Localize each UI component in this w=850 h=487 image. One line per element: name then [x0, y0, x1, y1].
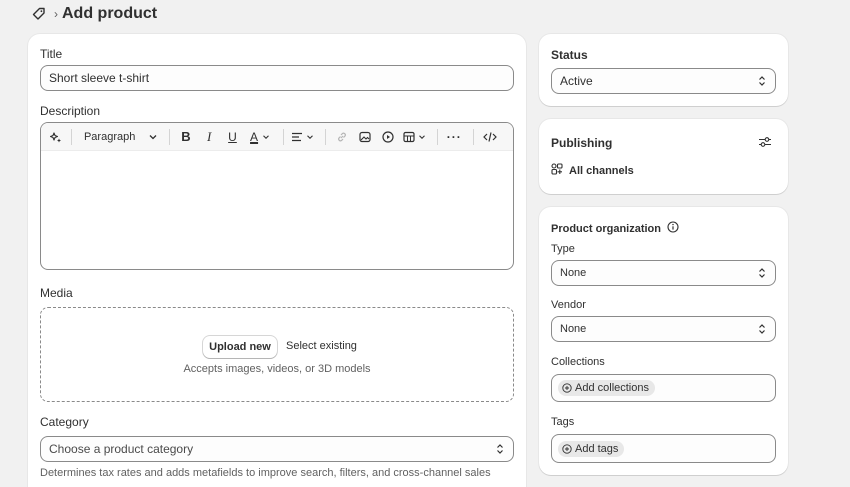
info-icon[interactable] — [667, 221, 679, 236]
underline-icon[interactable]: U — [223, 127, 242, 147]
collections-field[interactable]: Add collections — [551, 374, 776, 402]
align-icon[interactable] — [290, 127, 317, 147]
channels-row: All channels — [551, 163, 634, 178]
status-heading: Status — [551, 48, 588, 62]
media-label: Media — [40, 286, 73, 300]
bold-icon[interactable]: B — [176, 127, 195, 147]
settings-sliders-icon[interactable] — [758, 136, 772, 151]
category-label: Category — [40, 415, 89, 429]
category-select[interactable]: Choose a product category — [40, 436, 514, 462]
tags-label: Tags — [551, 416, 575, 428]
text-color-icon[interactable]: A — [246, 127, 275, 147]
upload-new-button[interactable]: Upload new — [203, 336, 277, 358]
publishing-card: Publishing All channels — [539, 119, 788, 194]
channels-icon — [551, 163, 563, 178]
status-card: Status Active — [539, 34, 788, 106]
category-helper-text: Determines tax rates and adds metafields… — [40, 467, 491, 479]
add-tags-button[interactable]: Add tags — [558, 440, 625, 457]
vendor-label: Vendor — [551, 299, 586, 311]
vendor-select[interactable]: None — [551, 316, 776, 342]
paragraph-label: Paragraph — [83, 130, 136, 143]
title-value: Short sleeve t-shirt — [49, 71, 150, 85]
select-chevron-icon — [759, 324, 765, 334]
italic-icon[interactable]: I — [200, 127, 219, 147]
select-existing-link[interactable]: Select existing — [286, 340, 357, 352]
media-dropzone[interactable]: Upload new Select existing Accepts image… — [40, 307, 514, 402]
add-tags-label: Add tags — [575, 442, 619, 455]
add-collections-label: Add collections — [575, 382, 649, 394]
title-input[interactable]: Short sleeve t-shirt — [40, 65, 514, 91]
more-icon[interactable]: ··· — [444, 127, 465, 147]
select-chevron-icon — [759, 268, 765, 278]
organization-heading-row: Product organization — [551, 221, 679, 236]
plus-circle-icon — [562, 383, 572, 393]
title-label: Title — [40, 47, 63, 61]
media-accepts-text: Accepts images, videos, or 3D models — [183, 363, 371, 375]
all-channels-label: All channels — [569, 164, 634, 177]
page-header: › Add product — [30, 4, 157, 24]
video-icon[interactable] — [378, 127, 397, 147]
table-icon[interactable] — [402, 127, 429, 147]
link-icon[interactable] — [332, 127, 351, 147]
editor-toolbar: Paragraph B I U A ··· — [41, 123, 513, 151]
tags-field[interactable]: Add tags — [551, 434, 776, 463]
description-label: Description — [40, 104, 101, 118]
plus-circle-icon — [562, 443, 572, 454]
page-title: Add product — [62, 5, 158, 22]
toolbar-divider — [283, 128, 284, 145]
image-icon[interactable] — [355, 127, 374, 147]
select-chevron-icon — [497, 444, 503, 454]
chevron-down-icon — [149, 134, 157, 139]
type-value: None — [560, 267, 587, 279]
category-placeholder: Choose a product category — [49, 442, 194, 456]
chevron-right-icon: › — [54, 7, 58, 21]
code-icon[interactable] — [480, 127, 501, 147]
select-chevron-icon — [759, 76, 765, 86]
toolbar-divider — [324, 128, 326, 145]
description-editor[interactable]: Paragraph B I U A ··· — [40, 122, 514, 270]
toolbar-divider — [436, 128, 438, 145]
add-collections-button[interactable]: Add collections — [558, 380, 655, 396]
publishing-heading: Publishing — [551, 136, 613, 150]
paragraph-select[interactable]: Paragraph — [78, 127, 159, 147]
collections-label: Collections — [551, 356, 605, 368]
product-organization-card: Product organization Type None Vendor No… — [539, 207, 788, 475]
toolbar-divider — [71, 128, 72, 145]
toolbar-divider — [472, 128, 474, 145]
type-select[interactable]: None — [551, 260, 776, 286]
status-value: Active — [560, 74, 593, 88]
organization-heading: Product organization — [551, 222, 661, 235]
type-label: Type — [551, 243, 575, 255]
tag-icon[interactable] — [30, 5, 48, 23]
product-details-card: Title Short sleeve t-shirt Description P… — [28, 34, 526, 487]
magic-icon[interactable] — [49, 127, 63, 147]
toolbar-divider — [169, 128, 171, 145]
vendor-value: None — [560, 323, 587, 335]
status-select[interactable]: Active — [551, 68, 776, 94]
